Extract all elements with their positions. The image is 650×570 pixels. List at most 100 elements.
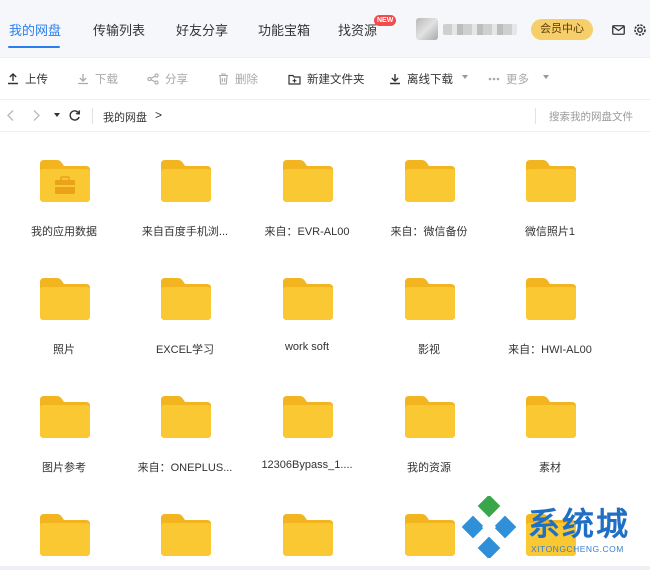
new-badge: NEW [374, 15, 397, 26]
new-folder-icon [288, 74, 301, 85]
folder-item[interactable] [9, 486, 119, 570]
offline-download-button[interactable]: 离线下载 [389, 71, 453, 87]
app-data-folder-icon [40, 160, 90, 202]
delete-label: 删除 [235, 74, 258, 86]
folder-name: 12306Bypass_1.... [261, 459, 353, 471]
folder-name: EXCEL学习 [155, 344, 215, 356]
watermark-url: XITONGCHENG.COM [531, 544, 624, 554]
gear-icon[interactable] [633, 23, 647, 37]
folder-icon [405, 160, 455, 202]
download-label: 下载 [95, 74, 118, 86]
vip-center-button[interactable]: 会员中心 [531, 19, 593, 40]
folder-icon [161, 396, 211, 438]
folder-item[interactable] [130, 486, 240, 570]
tab-transfer-list[interactable]: 传输列表 [93, 20, 145, 39]
download-button[interactable]: 下载 [77, 71, 118, 87]
folder-icon [283, 160, 333, 202]
folder-name: 照片 [53, 344, 75, 356]
upload-button[interactable]: 上传 [7, 71, 48, 87]
folder-icon [405, 514, 455, 556]
search-divider [535, 108, 536, 124]
folder-icon [283, 396, 333, 438]
refresh-icon[interactable] [68, 109, 81, 122]
upload-icon [8, 73, 18, 85]
folder-icon [161, 514, 211, 556]
folder-item[interactable]: 来自百度手机浏... [130, 132, 240, 242]
tab-find-resources[interactable]: 找资源 [338, 20, 377, 39]
watermark-text: 系统城 [528, 505, 631, 543]
folder-icon [283, 514, 333, 556]
folder-name: 来自：ONEPLUS... [137, 462, 233, 474]
more-dropdown-arrow[interactable] [543, 75, 549, 79]
folder-item[interactable]: 12306Bypass_1.... [252, 368, 362, 478]
mail-icon[interactable] [612, 25, 625, 35]
folder-item[interactable]: 来自：HWI-AL00 [495, 250, 605, 360]
folder-name: 素材 [539, 462, 561, 474]
username[interactable] [443, 24, 517, 35]
folder-name: 我的资源 [407, 462, 451, 474]
watermark-logo-icon [461, 496, 517, 558]
folder-icon [283, 278, 333, 320]
folder-icon [161, 160, 211, 202]
forward-icon[interactable] [32, 109, 41, 122]
folder-item[interactable]: 来自：EVR-AL00 [252, 132, 362, 242]
folder-name: 图片参考 [42, 462, 86, 474]
folder-item[interactable]: 微信照片1 [495, 132, 605, 242]
bottom-edge [0, 566, 650, 570]
toolbar: 上传 下载 分享 删除 新建文件夹 离线下载 更多 [0, 58, 650, 100]
folder-name: 我的应用数据 [31, 226, 97, 238]
more-button[interactable]: 更多 [488, 71, 529, 87]
folder-item[interactable]: 图片参考 [9, 368, 119, 478]
address-bar: 我的网盘 > 搜索我的网盘文件 [0, 100, 650, 132]
back-icon[interactable] [6, 109, 15, 122]
folder-icon [405, 396, 455, 438]
folder-icon [161, 278, 211, 320]
share-label: 分享 [165, 74, 188, 86]
folder-name: 来自：HWI-AL00 [508, 344, 592, 356]
delete-button[interactable]: 删除 [218, 71, 258, 87]
folder-item[interactable]: 我的资源 [374, 368, 484, 478]
folder-item[interactable]: 影视 [374, 250, 484, 360]
folder-icon [526, 278, 576, 320]
folder-item[interactable]: 来自：微信备份 [374, 132, 484, 242]
tab-my-disk[interactable]: 我的网盘 [9, 20, 61, 39]
folder-item[interactable]: 来自：ONEPLUS... [130, 368, 240, 478]
address-divider [92, 108, 93, 124]
breadcrumb-my-disk[interactable]: 我的网盘 [103, 109, 147, 125]
folder-icon [526, 160, 576, 202]
folder-name: 来自：EVR-AL00 [264, 226, 350, 238]
upload-label: 上传 [25, 74, 48, 86]
folder-item[interactable]: 素材 [495, 368, 605, 478]
tab-toolbox[interactable]: 功能宝箱 [258, 20, 310, 39]
avatar[interactable] [416, 18, 438, 40]
folder-name: 来自百度手机浏... [141, 226, 229, 238]
folder-item[interactable] [252, 486, 362, 570]
share-button[interactable]: 分享 [147, 71, 188, 87]
more-icon [488, 77, 500, 81]
folder-icon [405, 278, 455, 320]
folder-name: 微信照片1 [524, 226, 576, 238]
folder-item[interactable]: work soft [252, 250, 362, 360]
download-icon [78, 74, 88, 85]
folder-icon [40, 278, 90, 320]
history-dropdown-icon[interactable] [54, 113, 60, 118]
folder-name: 影视 [418, 344, 440, 356]
folder-item[interactable]: 我的应用数据 [9, 132, 119, 242]
folder-icon [40, 396, 90, 438]
new-folder-label: 新建文件夹 [307, 74, 365, 86]
active-tab-indicator [8, 46, 60, 48]
folder-icon [526, 396, 576, 438]
folder-item[interactable]: EXCEL学习 [130, 250, 240, 360]
breadcrumb-separator: > [155, 108, 163, 122]
offline-download-dropdown-arrow[interactable] [462, 75, 468, 79]
tab-friend-share[interactable]: 好友分享 [176, 20, 228, 39]
folder-icon [40, 514, 90, 556]
folder-item[interactable]: 照片 [9, 250, 119, 360]
folder-name: 来自：微信备份 [390, 226, 468, 238]
offline-download-label: 离线下载 [407, 74, 453, 86]
folder-name: work soft [284, 341, 329, 353]
more-label: 更多 [506, 74, 529, 86]
search-input[interactable]: 搜索我的网盘文件 [549, 109, 633, 124]
top-nav: 我的网盘 传输列表 好友分享 功能宝箱 找资源 NEW 会员中心 [0, 0, 650, 58]
new-folder-button[interactable]: 新建文件夹 [288, 71, 365, 87]
